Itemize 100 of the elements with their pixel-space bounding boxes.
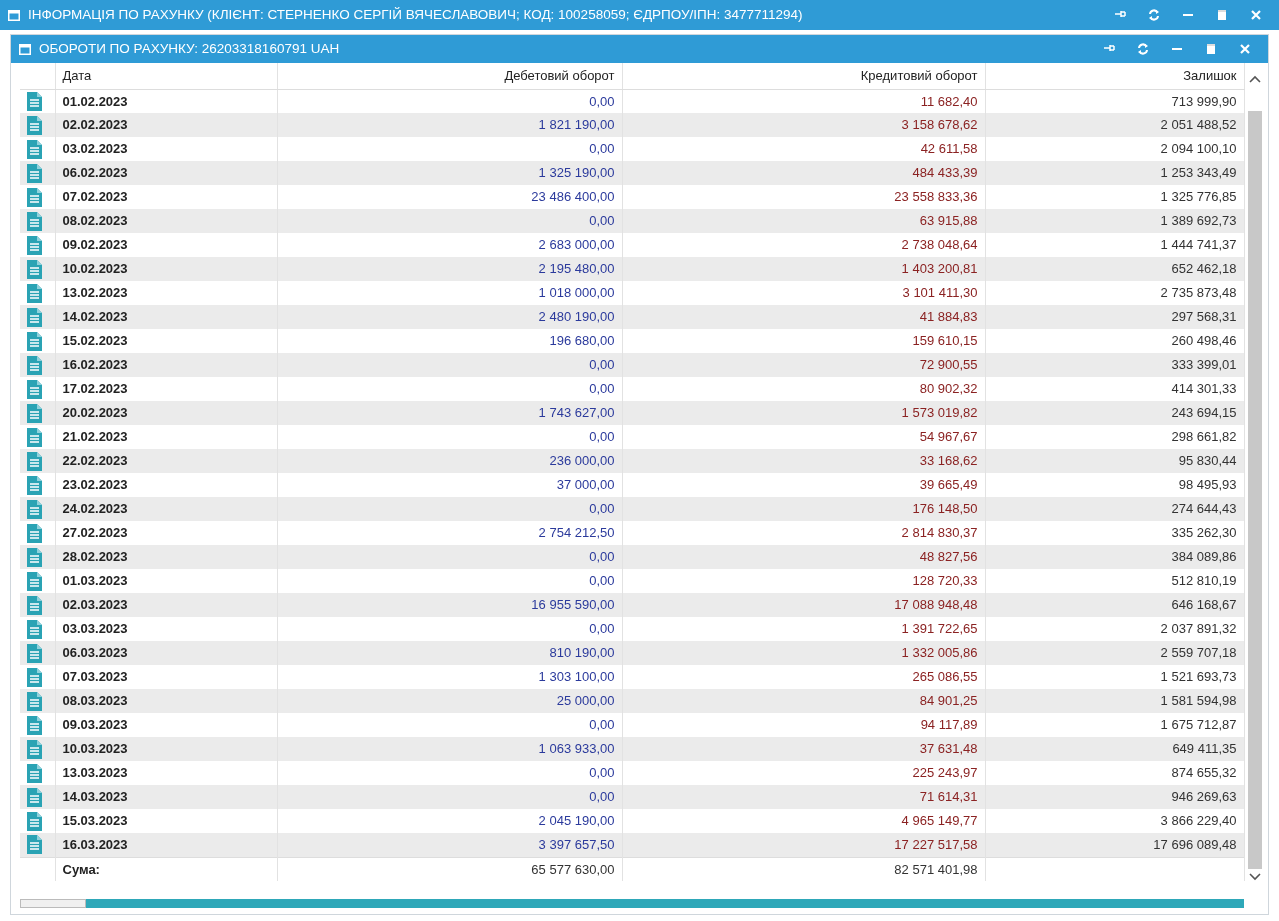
date-cell: 14.02.2023 — [62, 309, 128, 325]
amount-cell: 512 810,19 — [1171, 573, 1237, 589]
document-icon[interactable] — [27, 643, 42, 663]
column-header: Дата — [62, 68, 92, 83]
amount-cell: 11 682,40 — [920, 93, 978, 109]
amount-cell: 0,00 — [589, 789, 615, 805]
amount-cell: 2 037 891,32 — [1160, 621, 1237, 637]
amount-cell: 0,00 — [589, 501, 615, 517]
document-icon[interactable] — [27, 739, 42, 759]
document-icon[interactable] — [27, 115, 42, 135]
document-icon[interactable] — [27, 595, 42, 615]
column-header: Залишок — [1183, 68, 1237, 83]
document-icon[interactable] — [27, 667, 42, 687]
date-cell: 22.02.2023 — [62, 453, 128, 469]
date-cell: 07.02.2023 — [62, 189, 128, 205]
document-icon[interactable] — [27, 571, 42, 591]
amount-cell: 2 051 488,52 — [1160, 117, 1237, 133]
amount-cell: 17 227 517,58 — [894, 837, 978, 852]
amount-cell: 1 018 000,00 — [538, 285, 615, 301]
amount-cell: 4 965 149,77 — [901, 813, 978, 829]
date-cell: 09.03.2023 — [62, 717, 128, 733]
document-icon[interactable] — [27, 379, 42, 399]
amount-cell: 0,00 — [589, 357, 615, 373]
date-cell: 15.02.2023 — [62, 333, 128, 349]
document-icon[interactable] — [27, 331, 42, 351]
amount-cell: 159 610,15 — [912, 333, 978, 349]
document-icon[interactable] — [27, 91, 42, 111]
maximize-icon[interactable] — [1204, 42, 1218, 56]
amount-cell: 2 814 830,37 — [901, 525, 978, 541]
amount-cell: 649 411,35 — [1172, 741, 1237, 757]
scrollbar-thumb[interactable] — [86, 899, 1244, 908]
document-icon[interactable] — [27, 715, 42, 735]
document-icon[interactable] — [27, 163, 42, 183]
document-icon[interactable] — [27, 787, 42, 807]
amount-cell: 333 399,01 — [1171, 357, 1237, 373]
document-icon[interactable] — [27, 427, 42, 447]
amount-cell: 176 148,50 — [912, 501, 978, 517]
amount-cell: 1 581 594,98 — [1160, 693, 1237, 709]
document-icon[interactable] — [27, 139, 42, 159]
amount-cell: 225 243,97 — [912, 765, 978, 781]
amount-cell: 484 433,39 — [912, 165, 978, 181]
document-icon[interactable] — [27, 475, 42, 495]
amount-cell: 84 901,25 — [919, 693, 978, 709]
amount-cell: 0,00 — [589, 429, 615, 445]
amount-cell: 298 661,82 — [1171, 429, 1237, 445]
document-icon[interactable] — [27, 259, 42, 279]
document-icon[interactable] — [27, 499, 42, 519]
scroll-button[interactable] — [20, 899, 86, 908]
date-cell: 16.02.2023 — [62, 357, 128, 373]
document-icon[interactable] — [27, 811, 42, 831]
refresh-icon[interactable] — [1136, 42, 1150, 56]
document-icon[interactable] — [27, 211, 42, 231]
window-icon — [19, 43, 31, 55]
document-icon[interactable] — [27, 187, 42, 207]
close-icon[interactable] — [1249, 8, 1263, 22]
amount-cell: 2 559 707,18 — [1160, 645, 1237, 661]
amount-cell: 2 094 100,10 — [1160, 141, 1237, 157]
document-icon[interactable] — [27, 691, 42, 711]
scroll-up-icon[interactable] — [1248, 75, 1261, 83]
amount-cell: 0,00 — [589, 93, 615, 109]
amount-cell: 874 655,32 — [1171, 765, 1237, 781]
document-icon[interactable] — [27, 451, 42, 471]
document-icon[interactable] — [27, 547, 42, 567]
document-icon[interactable] — [27, 235, 42, 255]
refresh-icon[interactable] — [1147, 8, 1161, 22]
close-icon[interactable] — [1238, 42, 1252, 56]
amount-cell: 3 101 411,30 — [902, 285, 978, 301]
amount-cell: 2 195 480,00 — [538, 261, 615, 277]
date-cell: 15.03.2023 — [62, 813, 128, 829]
date-cell: 08.03.2023 — [62, 693, 128, 709]
column-header: Дебетовий оборот — [504, 68, 615, 83]
document-icon[interactable] — [27, 763, 42, 783]
date-cell: 02.03.2023 — [62, 597, 128, 613]
amount-cell: 1 332 005,86 — [901, 645, 978, 661]
document-icon[interactable] — [27, 283, 42, 303]
amount-cell: 48 827,56 — [919, 549, 978, 565]
document-icon[interactable] — [27, 835, 42, 855]
date-cell: 01.03.2023 — [62, 573, 128, 589]
document-icon[interactable] — [27, 523, 42, 543]
date-cell: 06.02.2023 — [62, 165, 128, 181]
amount-cell: 1 391 722,65 — [901, 621, 978, 637]
scrollbar-thumb[interactable] — [1247, 111, 1262, 869]
document-icon[interactable] — [27, 619, 42, 639]
maximize-icon[interactable] — [1215, 8, 1229, 22]
date-cell: 10.02.2023 — [62, 261, 128, 277]
amount-cell: 0,00 — [589, 141, 615, 157]
amount-cell: 0,00 — [589, 717, 615, 733]
amount-cell: 37 631,48 — [919, 741, 978, 757]
amount-cell: 243 694,15 — [1171, 405, 1237, 421]
scroll-down-icon[interactable] — [1248, 873, 1261, 881]
document-icon[interactable] — [27, 355, 42, 375]
window-title: ОБОРОТИ ПО РАХУНКУ: 26203318160791 UAH — [39, 39, 340, 58]
amount-cell: 0,00 — [589, 765, 615, 781]
amount-cell: 54 967,67 — [919, 429, 978, 445]
amount-cell: 1 403 200,81 — [901, 261, 978, 277]
amount-cell: 94 117,89 — [920, 717, 978, 733]
document-icon[interactable] — [27, 307, 42, 327]
amount-cell: 1 389 692,73 — [1160, 213, 1237, 229]
window-title: ІНФОРМАЦІЯ ПО РАХУНКУ (КЛІЄНТ: СТЕРНЕНКО СЕРГІЙ ВЯЧЕСЛАВОВИЧ; КОД: 100258059; ЄДРПОУ/ІПН: 3477711294) — [28, 5, 803, 24]
document-icon[interactable] — [27, 403, 42, 423]
